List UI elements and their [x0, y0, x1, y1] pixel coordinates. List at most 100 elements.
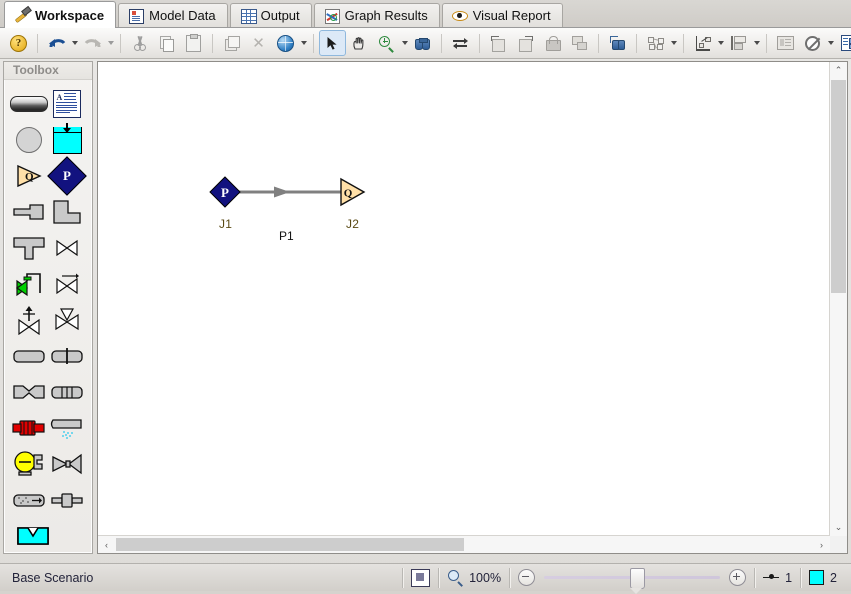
disable-button[interactable]: [799, 30, 826, 56]
magnifier-icon: [379, 36, 394, 51]
delete-button[interactable]: ✕: [245, 30, 272, 56]
vertical-scrollbar[interactable]: ⌃ ⌄: [829, 62, 847, 536]
filter-tool[interactable]: [10, 484, 48, 516]
find-replace-button[interactable]: [604, 30, 631, 56]
valve-tool[interactable]: [48, 232, 86, 264]
pointer-arrow-icon: [326, 36, 339, 51]
paste-button[interactable]: [180, 30, 207, 56]
polyline-button[interactable]: [642, 30, 669, 56]
pipe-tool[interactable]: [10, 88, 48, 120]
pan-tool[interactable]: [346, 30, 373, 56]
horizontal-scroll-thumb[interactable]: [116, 538, 464, 551]
main-tab-bar: Workspace Model Data Outp: [0, 0, 851, 28]
svg-text:P: P: [221, 185, 229, 200]
polyline-dropdown-caret[interactable]: [669, 31, 678, 55]
redo-button[interactable]: [79, 30, 106, 56]
redo-dropdown-caret[interactable]: [106, 31, 115, 55]
tee-tool[interactable]: [10, 232, 48, 264]
check-valve-tool[interactable]: [48, 268, 86, 300]
zoom-slider-track[interactable]: [544, 576, 720, 579]
junction-j2[interactable]: Q: [341, 179, 364, 205]
global-edit-dropdown-caret[interactable]: [299, 31, 308, 55]
toolbox-row: A: [4, 86, 92, 122]
heat-exchanger-tool[interactable]: [48, 376, 86, 408]
tab-output[interactable]: Output: [230, 3, 312, 27]
centrifugal-pump-tool[interactable]: [10, 448, 48, 480]
workspace-canvas[interactable]: J1 P1 J2 P Q: [98, 62, 830, 536]
toolbox-row: [4, 446, 92, 482]
toolbar-divider: [313, 34, 314, 53]
chevron-right-icon: ›: [820, 540, 823, 550]
cut-button[interactable]: [126, 30, 153, 56]
scroll-left-button[interactable]: ‹: [98, 536, 115, 553]
toolbar-divider: [636, 34, 637, 53]
general-component-tool[interactable]: [48, 484, 86, 516]
assigned-pressure-tool[interactable]: P: [48, 160, 86, 192]
three-way-valve-tool[interactable]: [48, 304, 86, 336]
junction-count-display: 2: [809, 570, 837, 585]
area-change-tool[interactable]: [10, 340, 48, 372]
flip-horizontal-button[interactable]: [485, 30, 512, 56]
lock-objects-button[interactable]: [539, 30, 566, 56]
spray-discharge-tool[interactable]: [48, 412, 86, 444]
status-divider: [438, 568, 439, 588]
toolbar-divider: [212, 34, 213, 53]
disable-dropdown-caret[interactable]: [826, 31, 835, 55]
tab-model-data[interactable]: Model Data: [118, 3, 227, 27]
undo-button[interactable]: [43, 30, 70, 56]
tab-workspace[interactable]: Workspace: [4, 1, 116, 28]
yellow-pump-icon: [12, 451, 46, 477]
status-divider: [509, 568, 510, 588]
annotation-dropdown-caret[interactable]: [716, 31, 725, 55]
fit-to-window-icon: [411, 569, 430, 587]
bend-loss-tool[interactable]: [10, 376, 48, 408]
reverse-direction-button[interactable]: [447, 30, 474, 56]
copy-button[interactable]: [153, 30, 180, 56]
orifice-tool[interactable]: [48, 340, 86, 372]
align-button[interactable]: [725, 30, 752, 56]
bend-tool[interactable]: [48, 196, 86, 228]
select-tool[interactable]: [319, 30, 346, 56]
zoom-out-button[interactable]: [518, 569, 535, 586]
scroll-down-button[interactable]: ⌄: [830, 519, 847, 536]
branch-junction-tool[interactable]: [10, 124, 48, 156]
properties-button[interactable]: [772, 30, 799, 56]
group-button[interactable]: [566, 30, 593, 56]
tab-graph-results[interactable]: Graph Results: [314, 3, 440, 27]
vertical-scroll-thumb[interactable]: [831, 80, 846, 293]
zoom-slider-thumb[interactable]: [630, 568, 645, 589]
zoom-dropdown-caret[interactable]: [400, 31, 409, 55]
reservoir-tool[interactable]: [14, 520, 52, 552]
find-button[interactable]: [409, 30, 436, 56]
screen-tool[interactable]: [48, 448, 86, 480]
scroll-up-button[interactable]: ⌃: [830, 62, 847, 79]
horizontal-scrollbar[interactable]: ‹ ›: [98, 535, 830, 553]
question-mark-icon: ?: [10, 35, 27, 52]
zoom-in-button[interactable]: [729, 569, 746, 586]
relief-valve-tool[interactable]: [10, 304, 48, 336]
annotation-tool[interactable]: A: [48, 88, 86, 120]
annotation-button[interactable]: [689, 30, 716, 56]
dead-end-tool[interactable]: [10, 196, 48, 228]
area-change-icon: [12, 347, 46, 365]
fit-to-window-button[interactable]: [411, 569, 430, 587]
tank-tool[interactable]: [48, 124, 86, 156]
help-button[interactable]: ?: [5, 30, 32, 56]
zoom-tool[interactable]: [373, 30, 400, 56]
align-dropdown-caret[interactable]: [752, 31, 761, 55]
checklist-button[interactable]: [835, 30, 851, 56]
pump-tool[interactable]: [10, 412, 48, 444]
undo-dropdown-caret[interactable]: [70, 31, 79, 55]
pipe-p1[interactable]: [238, 187, 348, 198]
flip-vertical-button[interactable]: [512, 30, 539, 56]
polyline-icon: [648, 37, 664, 50]
control-valve-tool[interactable]: [10, 268, 48, 300]
tab-visual-report[interactable]: Visual Report: [442, 3, 563, 27]
assigned-flow-tool[interactable]: Q: [10, 160, 48, 192]
zoom-level-display[interactable]: 100%: [447, 570, 501, 586]
global-edit-button[interactable]: [272, 30, 299, 56]
junction-j1[interactable]: P: [210, 177, 240, 207]
pump-red-icon: [12, 417, 46, 439]
scroll-right-button[interactable]: ›: [813, 536, 830, 553]
duplicate-button[interactable]: [218, 30, 245, 56]
